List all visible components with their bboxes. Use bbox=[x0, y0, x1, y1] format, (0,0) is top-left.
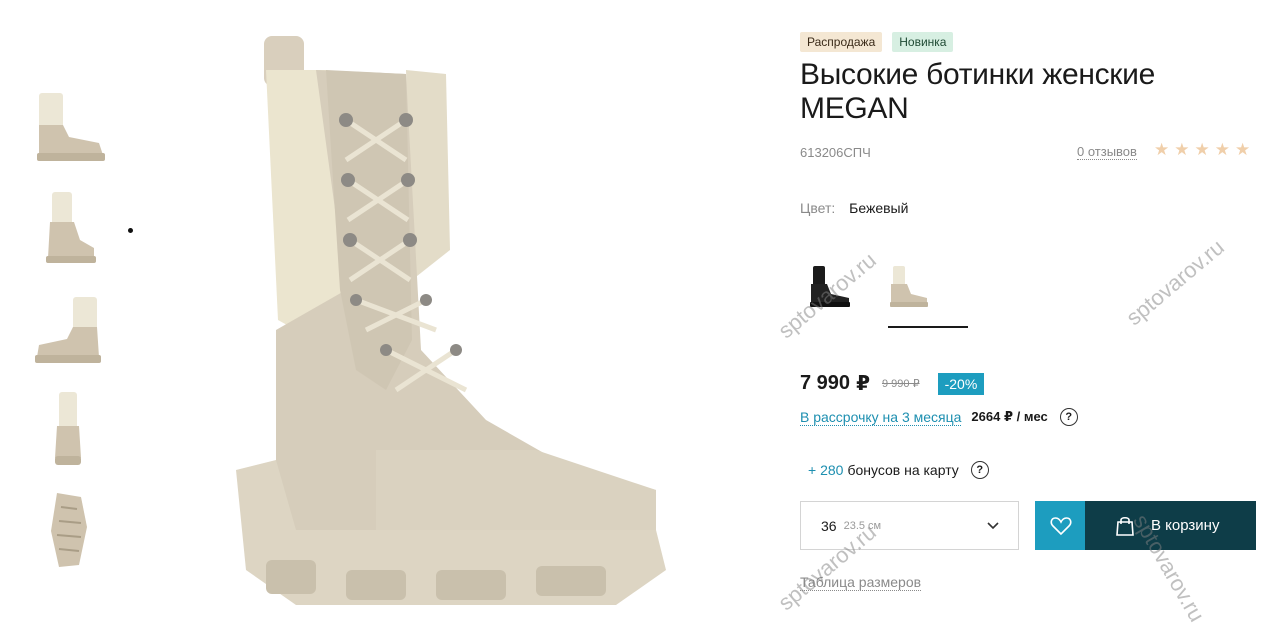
product-sku: 613206СПЧ bbox=[800, 145, 871, 160]
star-icon: ★ bbox=[1214, 140, 1230, 159]
installment-row: В рассрочку на 3 месяца 2664 ₽ / мес ? bbox=[800, 408, 1078, 426]
watermark: sptovarov.ru bbox=[1121, 234, 1229, 331]
discount-badge: -20% bbox=[937, 372, 985, 395]
size-cm: 23.5 см bbox=[843, 519, 882, 532]
reviews-link[interactable]: 0 отзывов bbox=[1077, 144, 1137, 160]
thumbnail-gallery bbox=[26, 80, 112, 585]
bonus-text: бонусов на карту bbox=[847, 462, 959, 478]
shopping-bag-icon bbox=[1116, 516, 1134, 536]
star-icon: ★ bbox=[1194, 140, 1210, 159]
black-boot-swatch-icon bbox=[810, 266, 850, 307]
selected-swatch-indicator bbox=[888, 326, 968, 328]
star-icon: ★ bbox=[1174, 140, 1190, 159]
color-row: Цвет: Бежевый bbox=[800, 200, 908, 216]
size-select[interactable]: 36 23.5 см bbox=[800, 501, 1019, 550]
thumbnail-sole[interactable] bbox=[26, 484, 112, 574]
badge-group: Распродажа Новинка bbox=[800, 32, 954, 52]
swatch-black[interactable] bbox=[800, 258, 860, 314]
chevron-down-icon bbox=[987, 522, 999, 530]
product-title: Высокие ботинки женские MEGAN bbox=[800, 58, 1155, 125]
beige-boot-swatch-icon bbox=[890, 266, 928, 307]
thumbnail-inner-side[interactable] bbox=[26, 282, 112, 372]
boot-front-thumbnail-icon bbox=[55, 392, 81, 465]
boot-angle-thumbnail-icon bbox=[46, 192, 96, 263]
price-row: 7 990 ₽ 9 990 ₽ -20% bbox=[800, 371, 985, 396]
cart-label: В корзину bbox=[1151, 517, 1220, 534]
swatch-beige[interactable] bbox=[878, 258, 938, 314]
rating-stars[interactable]: ★ ★ ★ ★ ★ bbox=[1154, 140, 1250, 160]
thumbnail-angle[interactable] bbox=[26, 181, 112, 271]
bonus-help-icon[interactable]: ? bbox=[970, 461, 989, 479]
sale-badge: Распродажа bbox=[800, 32, 883, 52]
favorite-button[interactable] bbox=[1035, 501, 1086, 550]
new-badge: Новинка bbox=[892, 32, 954, 52]
beige-lace-up-boot-icon bbox=[236, 36, 666, 605]
color-label: Цвет: bbox=[800, 200, 836, 216]
thumbnail-front[interactable] bbox=[26, 383, 112, 473]
size-table-link[interactable]: Таблица размеров bbox=[800, 574, 922, 591]
boot-sole-thumbnail-icon bbox=[51, 493, 87, 567]
thumbnail-side[interactable] bbox=[26, 80, 112, 170]
heart-icon bbox=[1049, 516, 1072, 535]
star-icon: ★ bbox=[1154, 140, 1170, 159]
bonus-amount: + 280 bbox=[808, 462, 844, 478]
color-swatches bbox=[800, 258, 938, 314]
currency-symbol: ₽ bbox=[856, 373, 870, 395]
installment-amount: 2664 ₽ / мес bbox=[971, 409, 1048, 424]
size-value: 36 bbox=[821, 517, 837, 534]
installment-help-icon[interactable]: ? bbox=[1059, 408, 1078, 426]
boot-inner-thumbnail-icon bbox=[35, 297, 101, 363]
main-product-image[interactable] bbox=[236, 30, 676, 610]
star-icon: ★ bbox=[1235, 140, 1251, 159]
color-value: Бежевый bbox=[849, 200, 909, 216]
boot-side-thumbnail-icon bbox=[37, 93, 105, 161]
installment-link[interactable]: В рассрочку на 3 месяца bbox=[800, 409, 962, 426]
bonus-row: + 280 бонусов на карту ? bbox=[808, 461, 989, 479]
old-price: 9 990 ₽ bbox=[881, 378, 920, 390]
current-price: 7 990 bbox=[800, 372, 851, 394]
gallery-indicator-dot bbox=[128, 228, 133, 233]
add-to-cart-button[interactable]: В корзину bbox=[1085, 501, 1256, 550]
